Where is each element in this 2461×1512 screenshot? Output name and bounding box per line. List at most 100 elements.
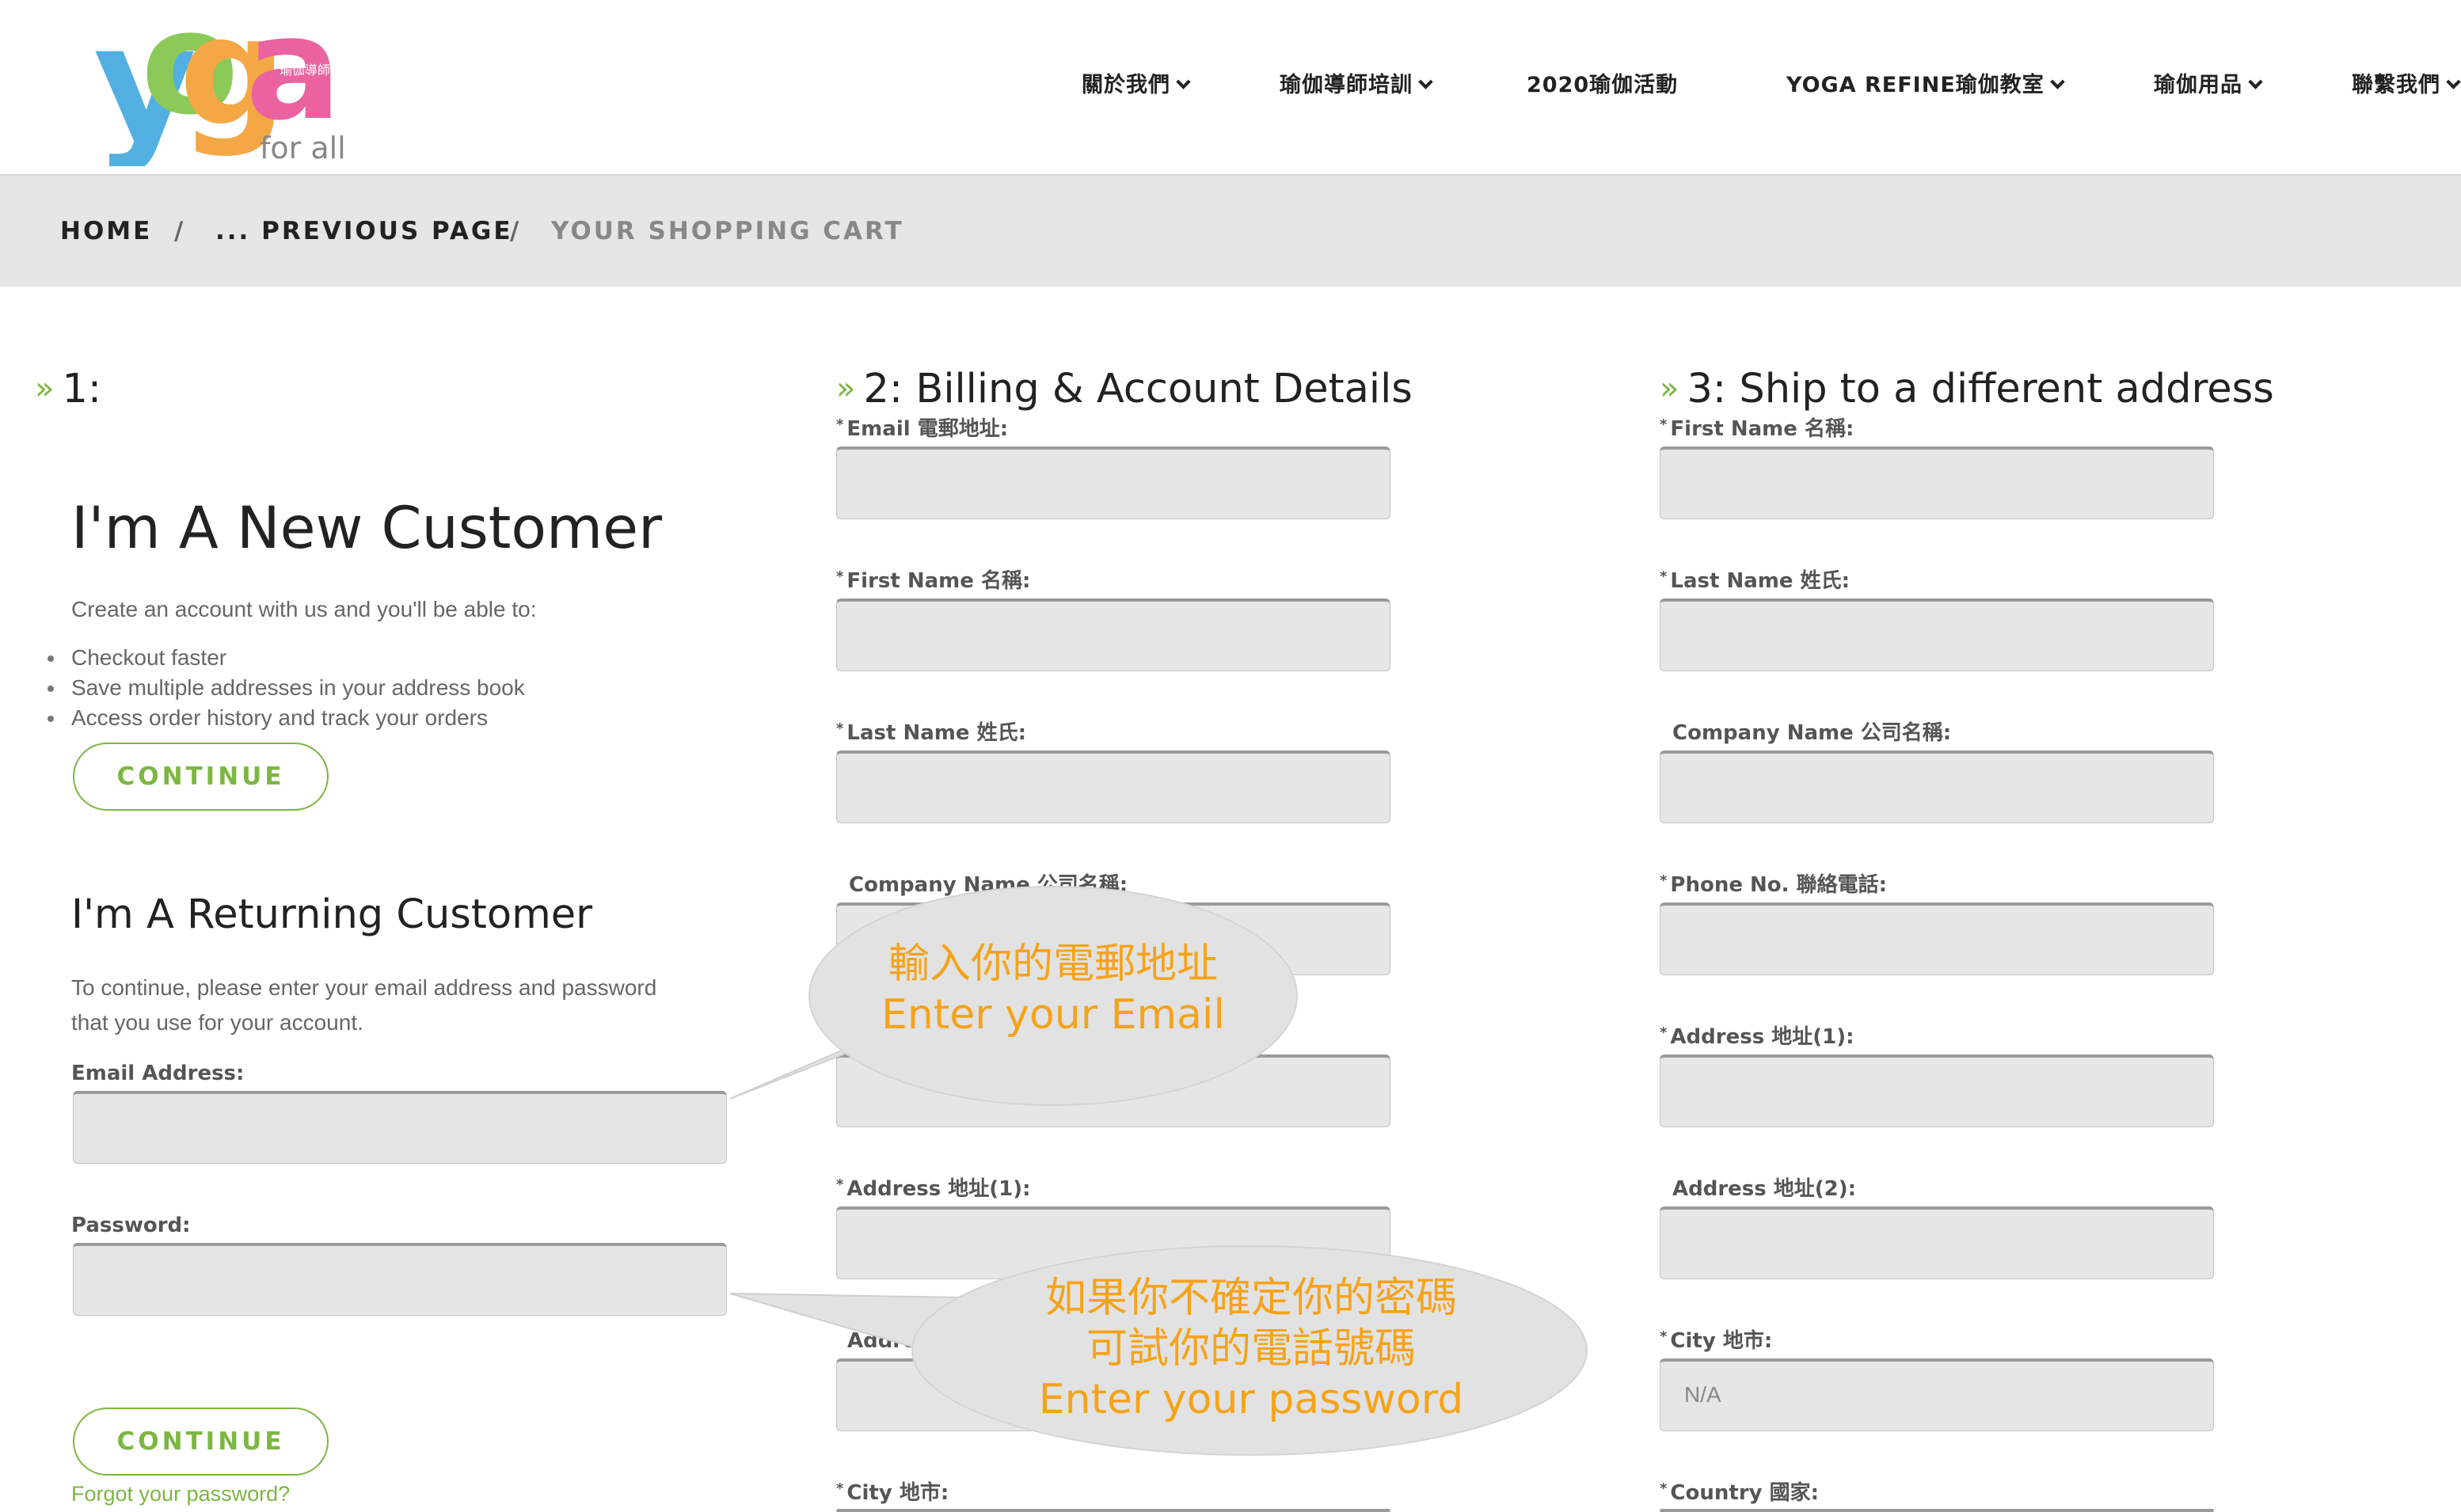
label-text: Company Name 公司名稱: xyxy=(849,873,1128,897)
breadcrumb-current: YOUR SHOPPING CART xyxy=(551,217,904,245)
double-chevron-right-icon: » xyxy=(1660,370,1679,407)
ship-country-input[interactable] xyxy=(1660,1509,2214,1512)
nav-item-products[interactable]: 瑜伽用品 xyxy=(2154,70,2263,101)
chevron-down-icon xyxy=(2446,74,2461,89)
nav-item-contact[interactable]: 聯繫我們 xyxy=(2352,70,2461,101)
ship-address1-input[interactable] xyxy=(1660,1054,2214,1127)
ship-address1-label: * Address 地址(1): xyxy=(1660,1024,1854,1049)
ship-last-name-input[interactable] xyxy=(1660,598,2214,671)
new-customer-continue-button[interactable]: CONTINUE xyxy=(73,743,329,811)
nav-label: 2020瑜伽活動 xyxy=(1527,73,1679,97)
ship-company-label: Company Name 公司名稱: xyxy=(1672,720,1951,746)
benefits-list: Checkout faster Save multiple addresses … xyxy=(48,643,525,733)
breadcrumb-home[interactable]: HOME xyxy=(60,214,152,249)
site-header: y o g a 瑜伽導師 for all 關於我們 瑜伽導師培訓 2020瑜伽活… xyxy=(0,0,2461,176)
nav-label: 聯繫我們 xyxy=(2352,73,2440,97)
double-chevron-right-icon: » xyxy=(836,370,856,407)
forgot-password-link[interactable]: Forgot your password? xyxy=(71,1482,290,1506)
returning-customer-intro-line2: that you use for your account. xyxy=(71,1010,363,1035)
ship-company-input[interactable] xyxy=(1660,750,2214,823)
billing-address1-label: * Address 地址(1): xyxy=(836,1176,1031,1201)
ship-country-label: * Country 國家: xyxy=(1660,1480,1820,1505)
label-text: First Name 名稱: xyxy=(1670,417,1854,441)
step3-heading: » 3: Ship to a different address xyxy=(1660,366,2274,416)
email-address-label: Email Address: xyxy=(71,1062,245,1085)
list-item: Access order history and track your orde… xyxy=(48,703,525,733)
logo-tagline: for all xyxy=(260,131,346,165)
label-text: Last Name 姓氏: xyxy=(1670,569,1850,593)
label-text: Address 地址(1): xyxy=(1670,1025,1854,1049)
label-text: Company Name 公司名稱: xyxy=(1672,721,1952,745)
step1-heading: » 1: xyxy=(35,366,101,416)
breadcrumb-separator: / xyxy=(510,217,519,245)
label-text: First Name 名稱: xyxy=(846,569,1031,593)
breadcrumb-separator: / xyxy=(174,217,184,245)
nav-label: 瑜伽導師培訓 xyxy=(1280,73,1413,97)
nav-item-teacher-training[interactable]: 瑜伽導師培訓 xyxy=(1280,70,1433,101)
list-item: Save multiple addresses in your address … xyxy=(48,673,525,703)
label-text: Address 地址(1): xyxy=(846,1177,1031,1201)
nav-label: YOGA REFINE瑜伽教室 xyxy=(1786,73,2044,97)
billing-last-name-input[interactable] xyxy=(836,750,1390,823)
email-callout-line2: Enter your Email xyxy=(881,991,1225,1039)
step1-title: 1: xyxy=(62,366,102,412)
label-text: Country 國家: xyxy=(1670,1481,1820,1505)
password-callout-line3: Enter your password xyxy=(1038,1376,1464,1423)
billing-address1-input[interactable] xyxy=(836,1206,1390,1279)
billing-phone-input[interactable] xyxy=(836,1054,1390,1127)
chevron-down-icon xyxy=(2050,74,2065,89)
ship-city-input[interactable]: N/A xyxy=(1660,1358,2214,1431)
billing-last-name-label: * Last Name 姓氏: xyxy=(836,720,1026,745)
email-callout-text: 輸入你的電郵地址 Enter your Email xyxy=(816,939,1291,1040)
billing-first-name-input[interactable] xyxy=(836,598,1390,671)
password-label: Password: xyxy=(71,1214,191,1237)
label-text: Email 電郵地址: xyxy=(846,417,1009,441)
nav-item-about[interactable]: 關於我們 xyxy=(1082,70,1191,101)
label-text: City 地市: xyxy=(1670,1329,1773,1353)
chevron-down-icon xyxy=(1418,74,1433,89)
label-text: City 地市: xyxy=(846,1481,949,1505)
nav-item-events[interactable]: 2020瑜伽活動 xyxy=(1527,70,1678,101)
billing-city-input[interactable] xyxy=(836,1509,1390,1512)
ship-address2-label: Address 地址(2): xyxy=(1672,1176,1856,1202)
login-email-input[interactable] xyxy=(73,1091,727,1164)
ship-last-name-label: * Last Name 姓氏: xyxy=(1660,568,1850,593)
step2-title: 2: Billing & Account Details xyxy=(863,366,1413,412)
billing-email-input[interactable] xyxy=(836,446,1390,519)
ship-phone-label: * Phone No. 聯絡電話: xyxy=(1660,872,1887,897)
list-item: Checkout faster xyxy=(48,643,525,673)
ship-first-name-label: * First Name 名稱: xyxy=(1660,416,1854,441)
chevron-down-icon xyxy=(1176,74,1191,89)
returning-customer-intro-line1: To continue, please enter your email add… xyxy=(71,975,657,1000)
ship-first-name-input[interactable] xyxy=(1660,446,2214,519)
password-callout-line1: 如果你不確定你的密碼 xyxy=(1044,1275,1457,1322)
main-nav: 關於我們 瑜伽導師培訓 2020瑜伽活動 YOGA REFINE瑜伽教室 瑜伽用… xyxy=(0,70,2461,101)
password-callout-text: 如果你不確定你的密碼 可試你的電話號碼 Enter your password xyxy=(982,1273,1520,1425)
billing-address2-label: Addres xyxy=(847,1328,929,1354)
label-text: Last Name 姓氏: xyxy=(846,721,1026,745)
password-callout-line2: 可試你的電話號碼 xyxy=(1086,1325,1416,1373)
login-continue-button[interactable]: CONTINUE xyxy=(73,1408,329,1476)
breadcrumb: HOME / ... PREVIOUS PAGE / YOUR SHOPPING… xyxy=(0,176,2461,287)
label-text: Addres xyxy=(847,1329,930,1353)
billing-first-name-label: * First Name 名稱: xyxy=(836,568,1031,593)
step2-heading: » 2: Billing & Account Details xyxy=(836,366,1413,416)
ship-phone-input[interactable] xyxy=(1660,902,2214,975)
nav-item-yoga-refine[interactable]: YOGA REFINE瑜伽教室 xyxy=(1786,70,2065,101)
nav-label: 瑜伽用品 xyxy=(2154,73,2242,97)
billing-email-label: * Email 電郵地址: xyxy=(836,416,1009,441)
email-callout-line1: 輸入你的電郵地址 xyxy=(888,940,1218,988)
label-text: Phone No. 聯絡電話: xyxy=(1670,873,1887,897)
billing-company-label: Company Name 公司名稱: xyxy=(849,872,1128,898)
returning-customer-heading: I'm A Returning Customer xyxy=(71,891,593,938)
nav-label: 關於我們 xyxy=(1082,73,1170,97)
new-customer-heading: I'm A New Customer xyxy=(71,495,663,562)
chevron-down-icon xyxy=(2248,74,2263,89)
new-customer-intro: Create an account with us and you'll be … xyxy=(71,597,537,621)
breadcrumb-previous[interactable]: ... PREVIOUS PAGE xyxy=(215,214,513,249)
ship-address2-input[interactable] xyxy=(1660,1206,2214,1279)
label-text: Address 地址(2): xyxy=(1672,1177,1857,1201)
login-password-input[interactable] xyxy=(73,1243,727,1316)
double-chevron-right-icon: » xyxy=(35,370,55,407)
step3-title: 3: Ship to a different address xyxy=(1687,366,2274,412)
